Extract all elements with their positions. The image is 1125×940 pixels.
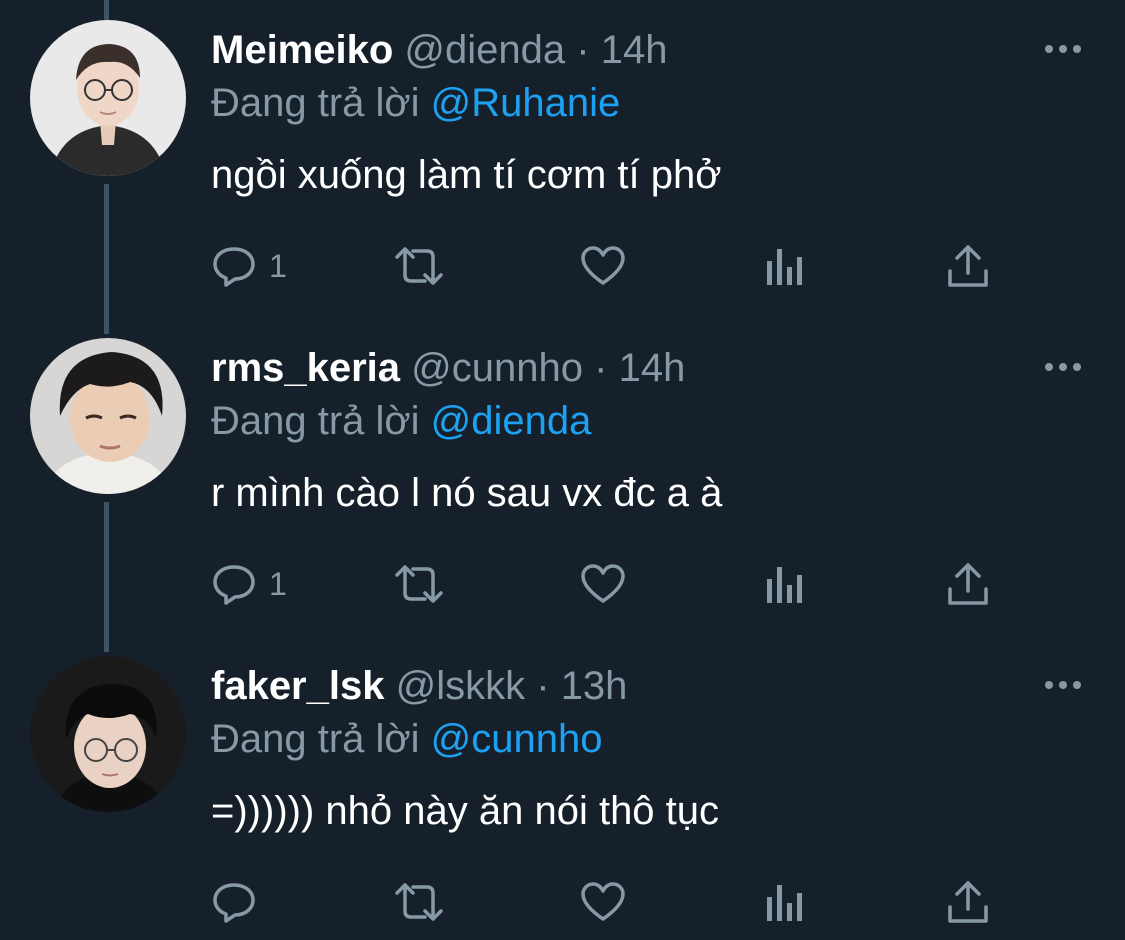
user-handle[interactable]: @lskkk <box>396 664 526 708</box>
separator-dot: · <box>594 346 608 390</box>
retweet-button[interactable] <box>389 554 449 614</box>
like-button[interactable] <box>579 236 627 296</box>
reply-thread: Meimeiko @dienda · 14h Đang trả lời @Ruh… <box>0 0 1125 940</box>
heart-icon <box>581 246 625 285</box>
share-icon <box>948 245 988 287</box>
avatar[interactable] <box>30 338 186 494</box>
tweet-header: Meimeiko @dienda · 14h <box>211 27 667 73</box>
heart-icon <box>581 882 625 921</box>
replying-to-label: Đang trả lời <box>211 717 420 761</box>
tweet-actions <box>211 872 1011 932</box>
more-options-button[interactable] <box>1040 354 1086 380</box>
more-icon <box>1045 45 1081 53</box>
tweet-actions: 1 <box>211 554 1011 614</box>
share-icon <box>948 881 988 923</box>
separator-dot: · <box>536 664 550 708</box>
share-button[interactable] <box>945 554 991 614</box>
avatar[interactable] <box>30 656 186 812</box>
avatar[interactable] <box>30 20 186 176</box>
retweet-icon <box>395 883 443 921</box>
tweet-text: r mình cào l nó sau vx đc a à <box>211 471 723 515</box>
reply-icon <box>213 247 255 287</box>
views-button[interactable] <box>765 554 805 614</box>
more-options-button[interactable] <box>1040 672 1086 698</box>
replying-to: Đang trả lời @cunnho <box>211 716 603 762</box>
tweet-text: ngồi xuống làm tí cơm tí phở <box>211 153 722 197</box>
share-icon <box>948 563 988 605</box>
tweet[interactable]: Meimeiko @dienda · 14h Đang trả lời @Ruh… <box>0 0 1125 318</box>
retweet-button[interactable] <box>389 872 449 932</box>
display-name[interactable]: Meimeiko <box>211 28 393 72</box>
share-button[interactable] <box>945 872 991 932</box>
replying-to-label: Đang trả lời <box>211 399 420 443</box>
views-button[interactable] <box>765 872 805 932</box>
tweet-header: rms_keria @cunnho · 14h <box>211 345 685 391</box>
timestamp[interactable]: 14h <box>619 346 686 390</box>
reply-icon <box>213 883 255 923</box>
views-icon <box>767 885 802 921</box>
reply-mention-link[interactable]: @dienda <box>431 399 592 443</box>
more-icon <box>1045 363 1081 371</box>
views-icon <box>767 567 802 603</box>
replying-to-label: Đang trả lời <box>211 81 420 125</box>
reply-button[interactable]: 1 <box>211 236 287 296</box>
heart-icon <box>581 564 625 603</box>
like-button[interactable] <box>579 554 627 614</box>
separator-dot: · <box>576 28 590 72</box>
reply-mention-link[interactable]: @cunnho <box>431 717 603 761</box>
reply-count: 1 <box>269 565 287 602</box>
like-button[interactable] <box>579 872 627 932</box>
display-name[interactable]: rms_keria <box>211 346 400 390</box>
replying-to: Đang trả lời @Ruhanie <box>211 80 620 126</box>
reply-button[interactable] <box>211 872 269 932</box>
views-icon <box>767 249 802 285</box>
tweet[interactable]: faker_lsk @lskkk · 13h Đang trả lời @cun… <box>0 636 1125 940</box>
more-options-button[interactable] <box>1040 36 1086 62</box>
tweet-text: =)))))) nhỏ này ăn nói thô tục <box>211 789 720 833</box>
replying-to: Đang trả lời @dienda <box>211 398 591 444</box>
timestamp[interactable]: 13h <box>561 664 628 708</box>
share-button[interactable] <box>945 236 991 296</box>
timestamp[interactable]: 14h <box>601 28 668 72</box>
views-button[interactable] <box>765 236 805 296</box>
reply-mention-link[interactable]: @Ruhanie <box>431 81 621 125</box>
reply-button[interactable]: 1 <box>211 554 287 614</box>
tweet-header: faker_lsk @lskkk · 13h <box>211 663 627 709</box>
display-name[interactable]: faker_lsk <box>211 664 384 708</box>
tweet-actions: 1 <box>211 236 1011 296</box>
user-handle[interactable]: @dienda <box>404 28 565 72</box>
reply-icon <box>213 565 255 605</box>
tweet[interactable]: rms_keria @cunnho · 14h Đang trả lời @di… <box>0 318 1125 636</box>
reply-count: 1 <box>269 247 287 284</box>
user-handle[interactable]: @cunnho <box>411 346 583 390</box>
retweet-icon <box>395 247 443 285</box>
retweet-button[interactable] <box>389 236 449 296</box>
more-icon <box>1045 681 1081 689</box>
retweet-icon <box>395 565 443 603</box>
